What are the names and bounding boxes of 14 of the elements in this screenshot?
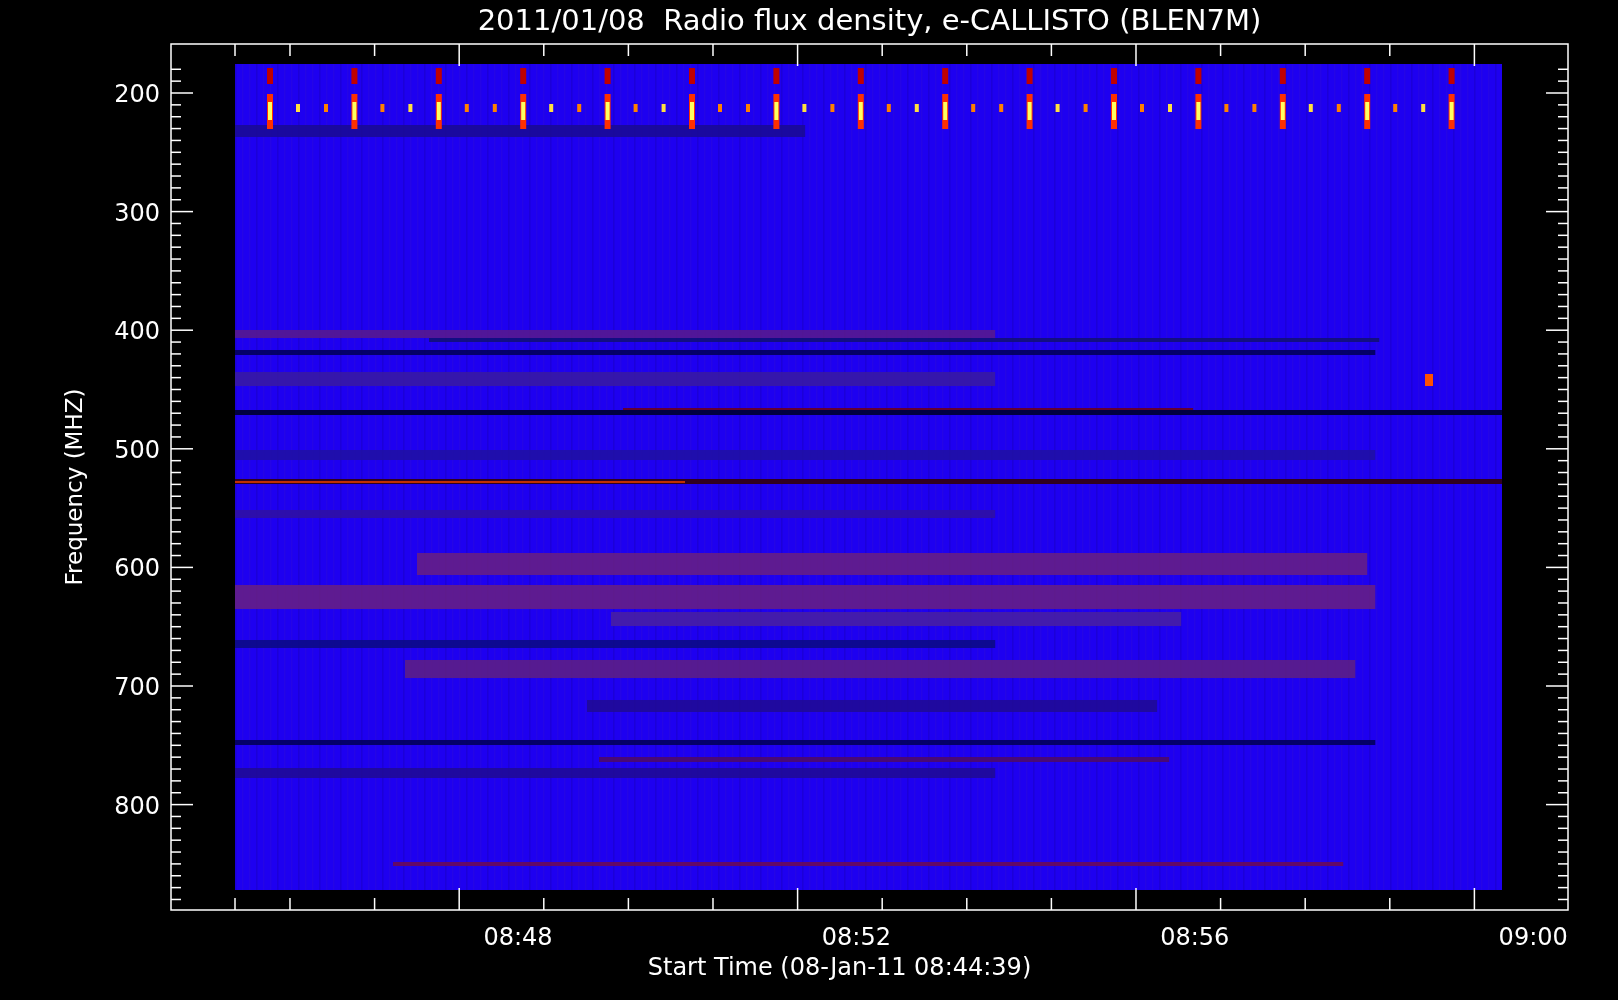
y-tick-label: 600	[114, 554, 160, 583]
x-tick-label: 08:52	[821, 923, 891, 951]
chart-title: 2011/01/08 Radio flux density, e-CALLISTO (BLEN7M)	[477, 3, 1262, 37]
x-tick-label: 08:56	[1160, 923, 1230, 951]
y-tick-label: 200	[114, 80, 160, 108]
y-tick-label: 400	[114, 317, 160, 346]
x-tick-label: 09:00	[1498, 923, 1568, 951]
y-tick-label: 700	[114, 673, 160, 701]
y-tick-label: 800	[114, 791, 160, 820]
y-axis-label: Frequency (MHZ)	[61, 388, 87, 586]
x-axis-label: Start Time (08-Jan-11 08:44:39)	[647, 953, 1032, 981]
y-tick-label: 500	[114, 435, 160, 464]
x-tick-label: 08:48	[483, 923, 553, 951]
y-tick-label: 300	[114, 198, 160, 227]
